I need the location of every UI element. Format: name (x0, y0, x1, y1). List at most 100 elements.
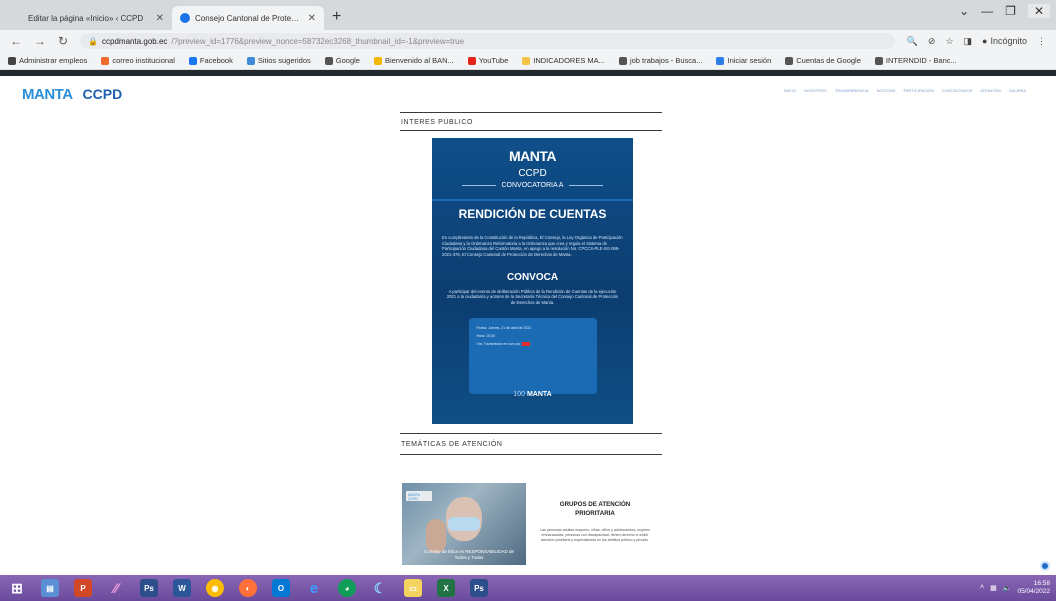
edge-icon[interactable]: ◕ (338, 579, 356, 597)
tab-title: Consejo Cantonal de Protección (195, 13, 303, 23)
window-controls: ⌄ — ❐ ✕ (959, 4, 1050, 18)
word-icon[interactable]: W (173, 579, 191, 597)
bookmark-item[interactable]: Facebook (188, 56, 233, 65)
poster-body2: A participar del evento de deliberación … (446, 288, 619, 306)
bookmark-item[interactable]: job trabajos - Busca... (618, 56, 703, 65)
nav-item[interactable]: NOTICIAS (877, 88, 896, 93)
nav-item[interactable]: NOSOTROS (804, 88, 827, 93)
nav-item[interactable]: GALERÍA (1009, 88, 1026, 93)
sidepanel-icon[interactable]: ◨ (964, 36, 973, 47)
notepad-icon[interactable]: ▤ (41, 579, 59, 597)
back-icon[interactable]: ← (10, 34, 22, 48)
windows-start-icon[interactable]: ⊞ (8, 579, 26, 597)
powerpoint-icon[interactable]: P (74, 579, 92, 597)
incognito-icon: ● (982, 36, 988, 46)
volume-icon[interactable]: 🔈 (1003, 584, 1012, 592)
section-divider (400, 454, 662, 455)
section-divider (400, 112, 662, 113)
favicon-icon (180, 13, 190, 23)
grupos-atencion-title[interactable]: GRUPOS DE ATENCIÓN PRIORITARIA (545, 500, 645, 519)
bookmark-label: Google (335, 56, 360, 65)
zoom-icon[interactable]: 🔍 (907, 36, 918, 47)
bookmark-item[interactable]: Administrar empleos (8, 56, 87, 65)
nav-item[interactable]: TRANSPARENCIA (835, 88, 869, 93)
bookmark-label: correo institucional (112, 56, 175, 65)
taskbar-clock[interactable]: 16:58 05/04/2022 (1017, 580, 1050, 596)
poster-via-text: Vía: Transmisión en vivo por (476, 341, 521, 346)
file-explorer-icon[interactable]: ▭ (404, 579, 422, 597)
firefox-icon[interactable]: ◐ (239, 579, 257, 597)
youtube-icon (467, 56, 476, 65)
grupos-atencion-description: Las personas adultas mayores, niñas, niñ… (540, 528, 650, 542)
menu-icon[interactable]: ⋮ (1037, 36, 1046, 47)
bookmark-item[interactable]: Google (324, 56, 360, 65)
bookmark-item[interactable]: correo institucional (101, 56, 175, 65)
bookmark-item[interactable]: INTERNDID - Banc... (874, 56, 957, 65)
bookmark-icon (874, 56, 883, 65)
tray-chevron-icon[interactable]: ˄ (980, 584, 984, 591)
star-icon[interactable]: ☆ (945, 36, 953, 47)
bookmark-label: Sitios sugeridos (257, 56, 311, 65)
app-icon[interactable]: ☾ (371, 579, 389, 597)
bookmark-item[interactable]: Sitios sugeridos (246, 56, 311, 65)
bookmark-item[interactable]: YouTube (467, 56, 508, 65)
close-icon[interactable]: ✕ (156, 13, 164, 24)
chrome-icon[interactable]: ◉ (206, 579, 224, 597)
bookmark-label: Facebook (199, 56, 233, 65)
image-caption: Consejo de Ética es RESPONSABILIDAD de T… (423, 549, 515, 561)
section-title-tematicas: TEMÁTICAS DE ATENCIÓN (401, 441, 503, 448)
bookmark-icon (246, 56, 255, 65)
section-title-interes-publico: INTERES PÚBLICO (401, 119, 474, 126)
facebook-icon (188, 56, 197, 65)
chevron-down-icon[interactable]: ⌄ (959, 4, 969, 18)
bookmark-item[interactable]: Bienvenido al BAN... (373, 56, 454, 65)
screen: Editar la página «Inicio» ‹ CCPD ✕ Conse… (0, 0, 1056, 601)
forward-icon[interactable]: → (34, 34, 46, 48)
rendicion-cuentas-poster[interactable]: MANTA CCPD CONVOCATORIA A RENDICIÓN DE C… (432, 138, 633, 424)
poster-body: En cumplimiento de la Constitución de la… (442, 235, 623, 258)
close-icon[interactable]: ✕ (308, 13, 316, 24)
close-window-icon[interactable]: ✕ (1027, 4, 1050, 18)
poster-footer: 100 MANTA (432, 391, 633, 398)
bookmark-label: Iniciar sesión (727, 56, 772, 65)
google-icon (785, 56, 794, 65)
minimize-icon[interactable]: — (981, 4, 993, 18)
tab-editar-pagina[interactable]: Editar la página «Inicio» ‹ CCPD ✕ (20, 6, 172, 30)
maximize-icon[interactable]: ❐ (1005, 4, 1016, 18)
poster-event-card: Fecha: Jueves, 21 de abril de 2022 Hora:… (468, 317, 597, 394)
paint-icon[interactable]: ⁄⁄ (107, 579, 125, 597)
tracking-icon[interactable]: ⊘ (928, 36, 936, 47)
network-icon[interactable]: ▦ (990, 584, 997, 592)
face-mask (448, 517, 480, 531)
poster-footer-brand: MANTA (526, 391, 552, 398)
bookmark-item[interactable]: INDICADORES MA... (522, 56, 605, 65)
nav-item[interactable]: ATENCIÓN (980, 88, 1000, 93)
address-bar[interactable]: 🔒 ccpdmanta.gob.ec /?preview_id=1776&pre… (80, 33, 895, 49)
internet-explorer-icon[interactable]: e (305, 579, 323, 597)
poster-ccpd: CCPD (518, 168, 547, 179)
bookmark-item[interactable]: Cuentas de Google (785, 56, 861, 65)
excel-icon[interactable]: X (437, 579, 455, 597)
new-tab-button[interactable]: + (332, 8, 341, 26)
site-logo[interactable]: MANTA CCPD (22, 86, 122, 103)
tab-consejo-cantonal[interactable]: Consejo Cantonal de Protección ✕ (172, 6, 324, 30)
bookmark-label: job trabajos - Busca... (629, 56, 703, 65)
nav-item[interactable]: CONTÁCTANOS (942, 88, 972, 93)
photoshop-icon[interactable]: Ps (470, 579, 488, 597)
nav-item[interactable]: PARTICIPACIÓN (903, 88, 933, 93)
bookmark-item[interactable]: Iniciar sesión (716, 56, 771, 65)
bookmark-icon (8, 56, 16, 65)
bookmark-label: INDICADORES MA... (533, 56, 605, 65)
scroll-to-top-button[interactable] (1040, 561, 1050, 571)
reload-icon[interactable]: ↻ (58, 34, 68, 48)
tab-title: Editar la página «Inicio» ‹ CCPD (28, 13, 144, 23)
youtube-icon (521, 341, 530, 346)
outlook-icon[interactable]: O (272, 579, 290, 597)
bookmark-icon (373, 56, 382, 65)
incognito-indicator[interactable]: ● Incógnito (982, 36, 1027, 46)
tematica-image[interactable]: MANTA CCPD Consejo de Ética es RESPONSAB… (402, 483, 526, 565)
windows-taskbar: ⊞ ▤ P ⁄⁄ Ps W ◉ ◐ O e ◕ ☾ ▭ X Ps ˄ ▦ 🔈 1… (0, 575, 1056, 601)
photoshop-icon[interactable]: Ps (140, 579, 158, 597)
nav-item[interactable]: INICIO (784, 88, 796, 93)
poster-band (432, 199, 633, 201)
